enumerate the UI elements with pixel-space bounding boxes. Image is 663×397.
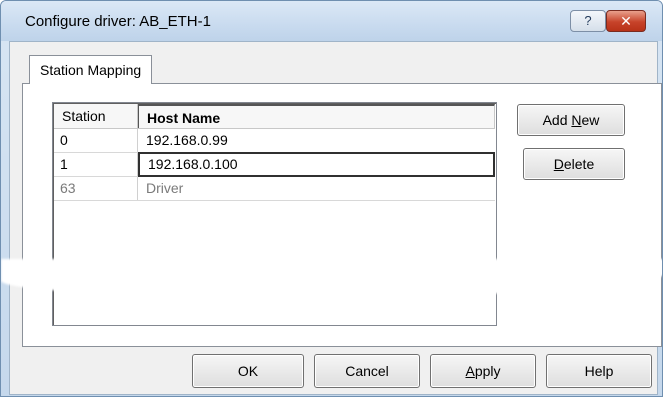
- station-cell[interactable]: 63: [54, 177, 138, 200]
- close-icon: ✕: [620, 13, 632, 29]
- table-row[interactable]: 63 Driver: [54, 177, 495, 201]
- delete-button[interactable]: Delete: [523, 148, 625, 180]
- delete-accelerator: D: [553, 156, 564, 172]
- title-bar[interactable]: Configure driver: AB_ETH-1 ? ✕: [1, 1, 662, 41]
- table-row[interactable]: 1 192.168.0.100: [54, 152, 495, 177]
- grid-header: Station Host Name: [54, 104, 495, 129]
- table-row[interactable]: 0 192.168.0.99: [54, 129, 495, 153]
- help-button[interactable]: Help: [546, 354, 652, 388]
- station-cell[interactable]: 0: [54, 129, 138, 152]
- tab-station-mapping[interactable]: Station Mapping: [29, 55, 153, 84]
- help-label: Help: [584, 363, 614, 379]
- ok-button[interactable]: OK: [192, 354, 304, 388]
- dialog-client-area: Station Mapping Station Host Name 0 192.…: [9, 41, 662, 395]
- apply-label-post: pply: [474, 363, 501, 379]
- close-button[interactable]: ✕: [606, 10, 646, 32]
- add-new-label-pre: Add: [542, 112, 572, 128]
- ok-label: OK: [237, 363, 259, 379]
- cancel-button[interactable]: Cancel: [314, 354, 420, 388]
- add-new-button[interactable]: Add New: [517, 104, 625, 136]
- host-name-cell[interactable]: Driver: [138, 177, 495, 200]
- apply-button[interactable]: Apply: [430, 354, 536, 388]
- dialog-window: Configure driver: AB_ETH-1 ? ✕ Station M…: [0, 0, 663, 397]
- host-name-edit-field[interactable]: 192.168.0.100: [138, 152, 495, 177]
- cancel-label: Cancel: [345, 363, 389, 379]
- column-header-station[interactable]: Station: [54, 104, 138, 128]
- add-new-label-post: ew: [581, 112, 600, 128]
- question-mark-icon: ?: [584, 13, 592, 28]
- window-title: Configure driver: AB_ETH-1: [25, 13, 211, 30]
- station-cell[interactable]: 1: [54, 153, 138, 176]
- host-name-cell[interactable]: 192.168.0.99: [138, 129, 495, 152]
- add-new-accelerator: N: [571, 112, 582, 128]
- column-header-host-name[interactable]: Host Name: [138, 104, 495, 128]
- apply-accelerator: A: [465, 363, 475, 379]
- help-title-button[interactable]: ?: [570, 10, 606, 32]
- redaction-smudge: [1, 259, 662, 295]
- delete-label-post: elete: [563, 156, 595, 172]
